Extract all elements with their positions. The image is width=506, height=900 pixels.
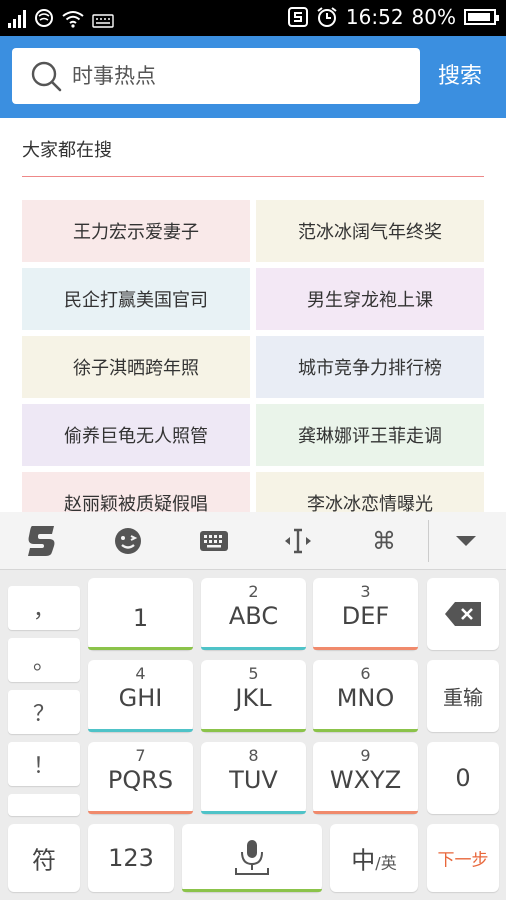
key-4-ghi[interactable]: 4 GHI bbox=[88, 660, 193, 732]
hot-search-item[interactable]: 龚琳娜评王菲走调 bbox=[256, 404, 484, 466]
next-step-key[interactable]: 下一步 bbox=[427, 824, 499, 892]
hot-search-item[interactable]: 范冰冰阔气年终奖 bbox=[256, 200, 484, 262]
key-3-def[interactable]: 3 DEF bbox=[313, 578, 418, 650]
hot-search-item[interactable]: 王力宏示爱妻子 bbox=[22, 200, 250, 262]
punct-comma-key[interactable]: ， bbox=[8, 586, 80, 630]
section-title: 大家都在搜 bbox=[22, 140, 112, 161]
lang-zh-label: 中 bbox=[351, 846, 376, 875]
reenter-key[interactable]: 重输 bbox=[427, 660, 499, 732]
battery-percent: 80% bbox=[411, 5, 456, 29]
hot-search-item[interactable]: 偷养巨龟无人照管 bbox=[22, 404, 250, 466]
lang-switch-key[interactable]: 中/英 bbox=[330, 824, 418, 892]
space-voice-key[interactable] bbox=[182, 824, 322, 892]
hot-search-item[interactable]: 徐子淇晒跨年照 bbox=[22, 336, 250, 398]
backspace-icon bbox=[445, 602, 481, 626]
keyboard-status-icon bbox=[92, 14, 114, 28]
backspace-key[interactable] bbox=[427, 578, 499, 650]
search-button[interactable]: 搜索 bbox=[424, 56, 496, 98]
toolbar-divider bbox=[428, 520, 429, 562]
alarm-icon bbox=[317, 7, 337, 27]
search-input[interactable] bbox=[72, 58, 402, 94]
key-2-abc[interactable]: 2 ABC bbox=[201, 578, 306, 650]
battery-icon bbox=[464, 9, 499, 25]
key-9-wxyz[interactable]: 9 WXYZ bbox=[313, 742, 418, 814]
hot-search-item[interactable]: 男生穿龙袍上课 bbox=[256, 268, 484, 330]
hot-search-list: 王力宏示爱妻子 范冰冰阔气年终奖 民企打赢美国官司 男生穿龙袍上课 徐子淇晒跨年… bbox=[22, 200, 484, 512]
lang-en-label: /英 bbox=[375, 853, 397, 873]
key-8-tuv[interactable]: 8 TUV bbox=[201, 742, 306, 814]
punct-more-key[interactable] bbox=[8, 794, 80, 816]
keyboard-toolbar: ⌘ bbox=[0, 512, 506, 570]
keyboard: ⌘ ， 。 ？ ！ 1 2 ABC 3 DEF 4 GHI 5 JKL 6 MN… bbox=[0, 512, 506, 900]
hot-search-item[interactable]: 李冰冰恋情曝光 bbox=[256, 472, 484, 512]
key-0[interactable]: 0 bbox=[427, 742, 499, 814]
punct-period-key[interactable]: 。 bbox=[8, 638, 80, 682]
hot-search-item[interactable]: 民企打赢美国官司 bbox=[22, 268, 250, 330]
sogou-logo-icon[interactable] bbox=[24, 524, 60, 558]
clock-time: 16:52 bbox=[345, 5, 404, 29]
network-icon bbox=[35, 9, 53, 27]
keyboard-icon[interactable] bbox=[196, 524, 232, 558]
symbol-key[interactable]: 符 bbox=[8, 824, 80, 892]
microphone-icon bbox=[235, 840, 269, 875]
punct-question-key[interactable]: ？ bbox=[8, 690, 80, 734]
hot-search-item[interactable]: 赵丽颖被质疑假唱 bbox=[22, 472, 250, 512]
cursor-icon[interactable] bbox=[280, 524, 316, 558]
key-5-jkl[interactable]: 5 JKL bbox=[201, 660, 306, 732]
signal-icon bbox=[8, 10, 26, 28]
search-icon bbox=[31, 61, 62, 92]
hot-search-item[interactable]: 城市竞争力排行榜 bbox=[256, 336, 484, 398]
status-bar: 16:52 80% bbox=[0, 0, 506, 36]
search-box[interactable] bbox=[12, 48, 420, 104]
search-header: 搜索 bbox=[0, 36, 506, 118]
emoji-icon[interactable] bbox=[110, 524, 146, 558]
wifi-icon bbox=[62, 11, 84, 28]
punct-exclaim-key[interactable]: ！ bbox=[8, 742, 80, 786]
key-6-mno[interactable]: 6 MNO bbox=[313, 660, 418, 732]
divider bbox=[22, 176, 484, 177]
collapse-icon[interactable] bbox=[448, 524, 484, 558]
sogou-status-icon bbox=[287, 7, 308, 27]
key-7-pqrs[interactable]: 7 PQRS bbox=[88, 742, 193, 814]
number-key[interactable]: 123 bbox=[88, 824, 174, 892]
key-1[interactable]: 1 bbox=[88, 578, 193, 650]
command-icon[interactable]: ⌘ bbox=[366, 524, 402, 558]
